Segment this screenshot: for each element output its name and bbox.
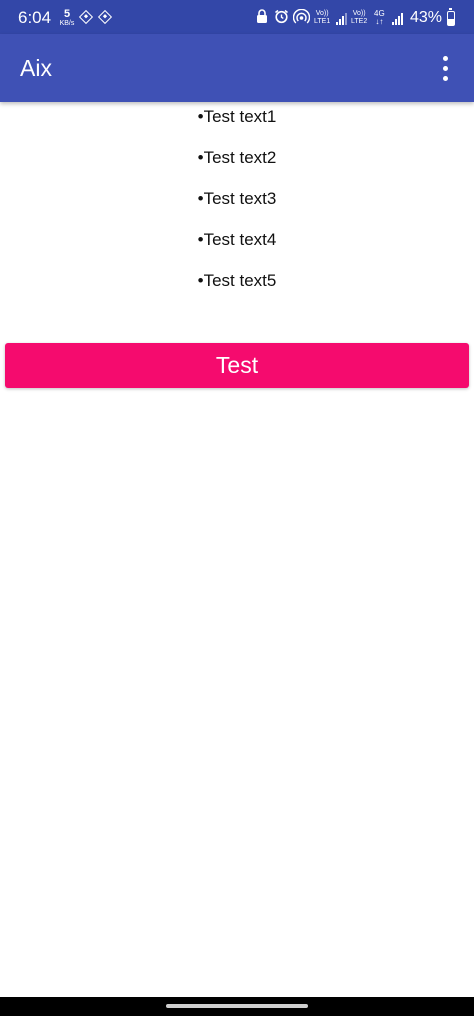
sim1-lte-label: LTE1 (314, 18, 331, 25)
status-bar: 6:04 5 KB/s Vo)) LTE1 Vo)) LTE2 4G ↓↑ 43… (0, 0, 474, 34)
data-arrows-icon: ↓↑ (375, 17, 384, 26)
sim2-lte-label: LTE2 (351, 18, 368, 25)
list-item: •Test text4 (197, 230, 277, 249)
network-speed-value: 5 (63, 8, 71, 20)
home-gesture-handle[interactable] (166, 1004, 308, 1008)
signal-icon (392, 13, 406, 25)
network-type: 4G ↓↑ (374, 10, 385, 26)
navigation-bar (0, 997, 474, 1016)
list-item: •Test text3 (197, 189, 277, 208)
app-title: Aix (20, 55, 52, 81)
alarm-icon (274, 9, 289, 27)
battery-icon (447, 8, 455, 26)
app-screen: 6:04 5 KB/s Vo)) LTE1 Vo)) LTE2 4G ↓↑ 43… (0, 0, 474, 1016)
list-item: •Test text1 (197, 107, 277, 126)
sim2-volte-label: Vo)) (352, 10, 366, 17)
binance-icon (78, 9, 94, 25)
signal-icon (336, 13, 350, 25)
volte-indicator-sim1: Vo)) LTE1 (314, 10, 330, 26)
lock-icon (256, 9, 268, 27)
network-speed-unit: KB/s (59, 20, 75, 27)
list-item: •Test text2 (197, 148, 277, 167)
battery-percent: 43% (410, 9, 443, 26)
list-item: •Test text5 (197, 271, 277, 290)
status-time: 6:04 (18, 8, 52, 27)
volte-indicator-sim2: Vo)) LTE2 (351, 10, 367, 26)
hotspot-icon (292, 8, 311, 27)
network-speed: 5 KB/s (57, 8, 77, 28)
more-vertical-icon[interactable] (436, 56, 456, 82)
sim1-volte-label: Vo)) (315, 10, 329, 17)
app-bar: Aix (0, 34, 474, 102)
binance-icon (97, 9, 113, 25)
test-button[interactable]: Test (5, 343, 469, 388)
